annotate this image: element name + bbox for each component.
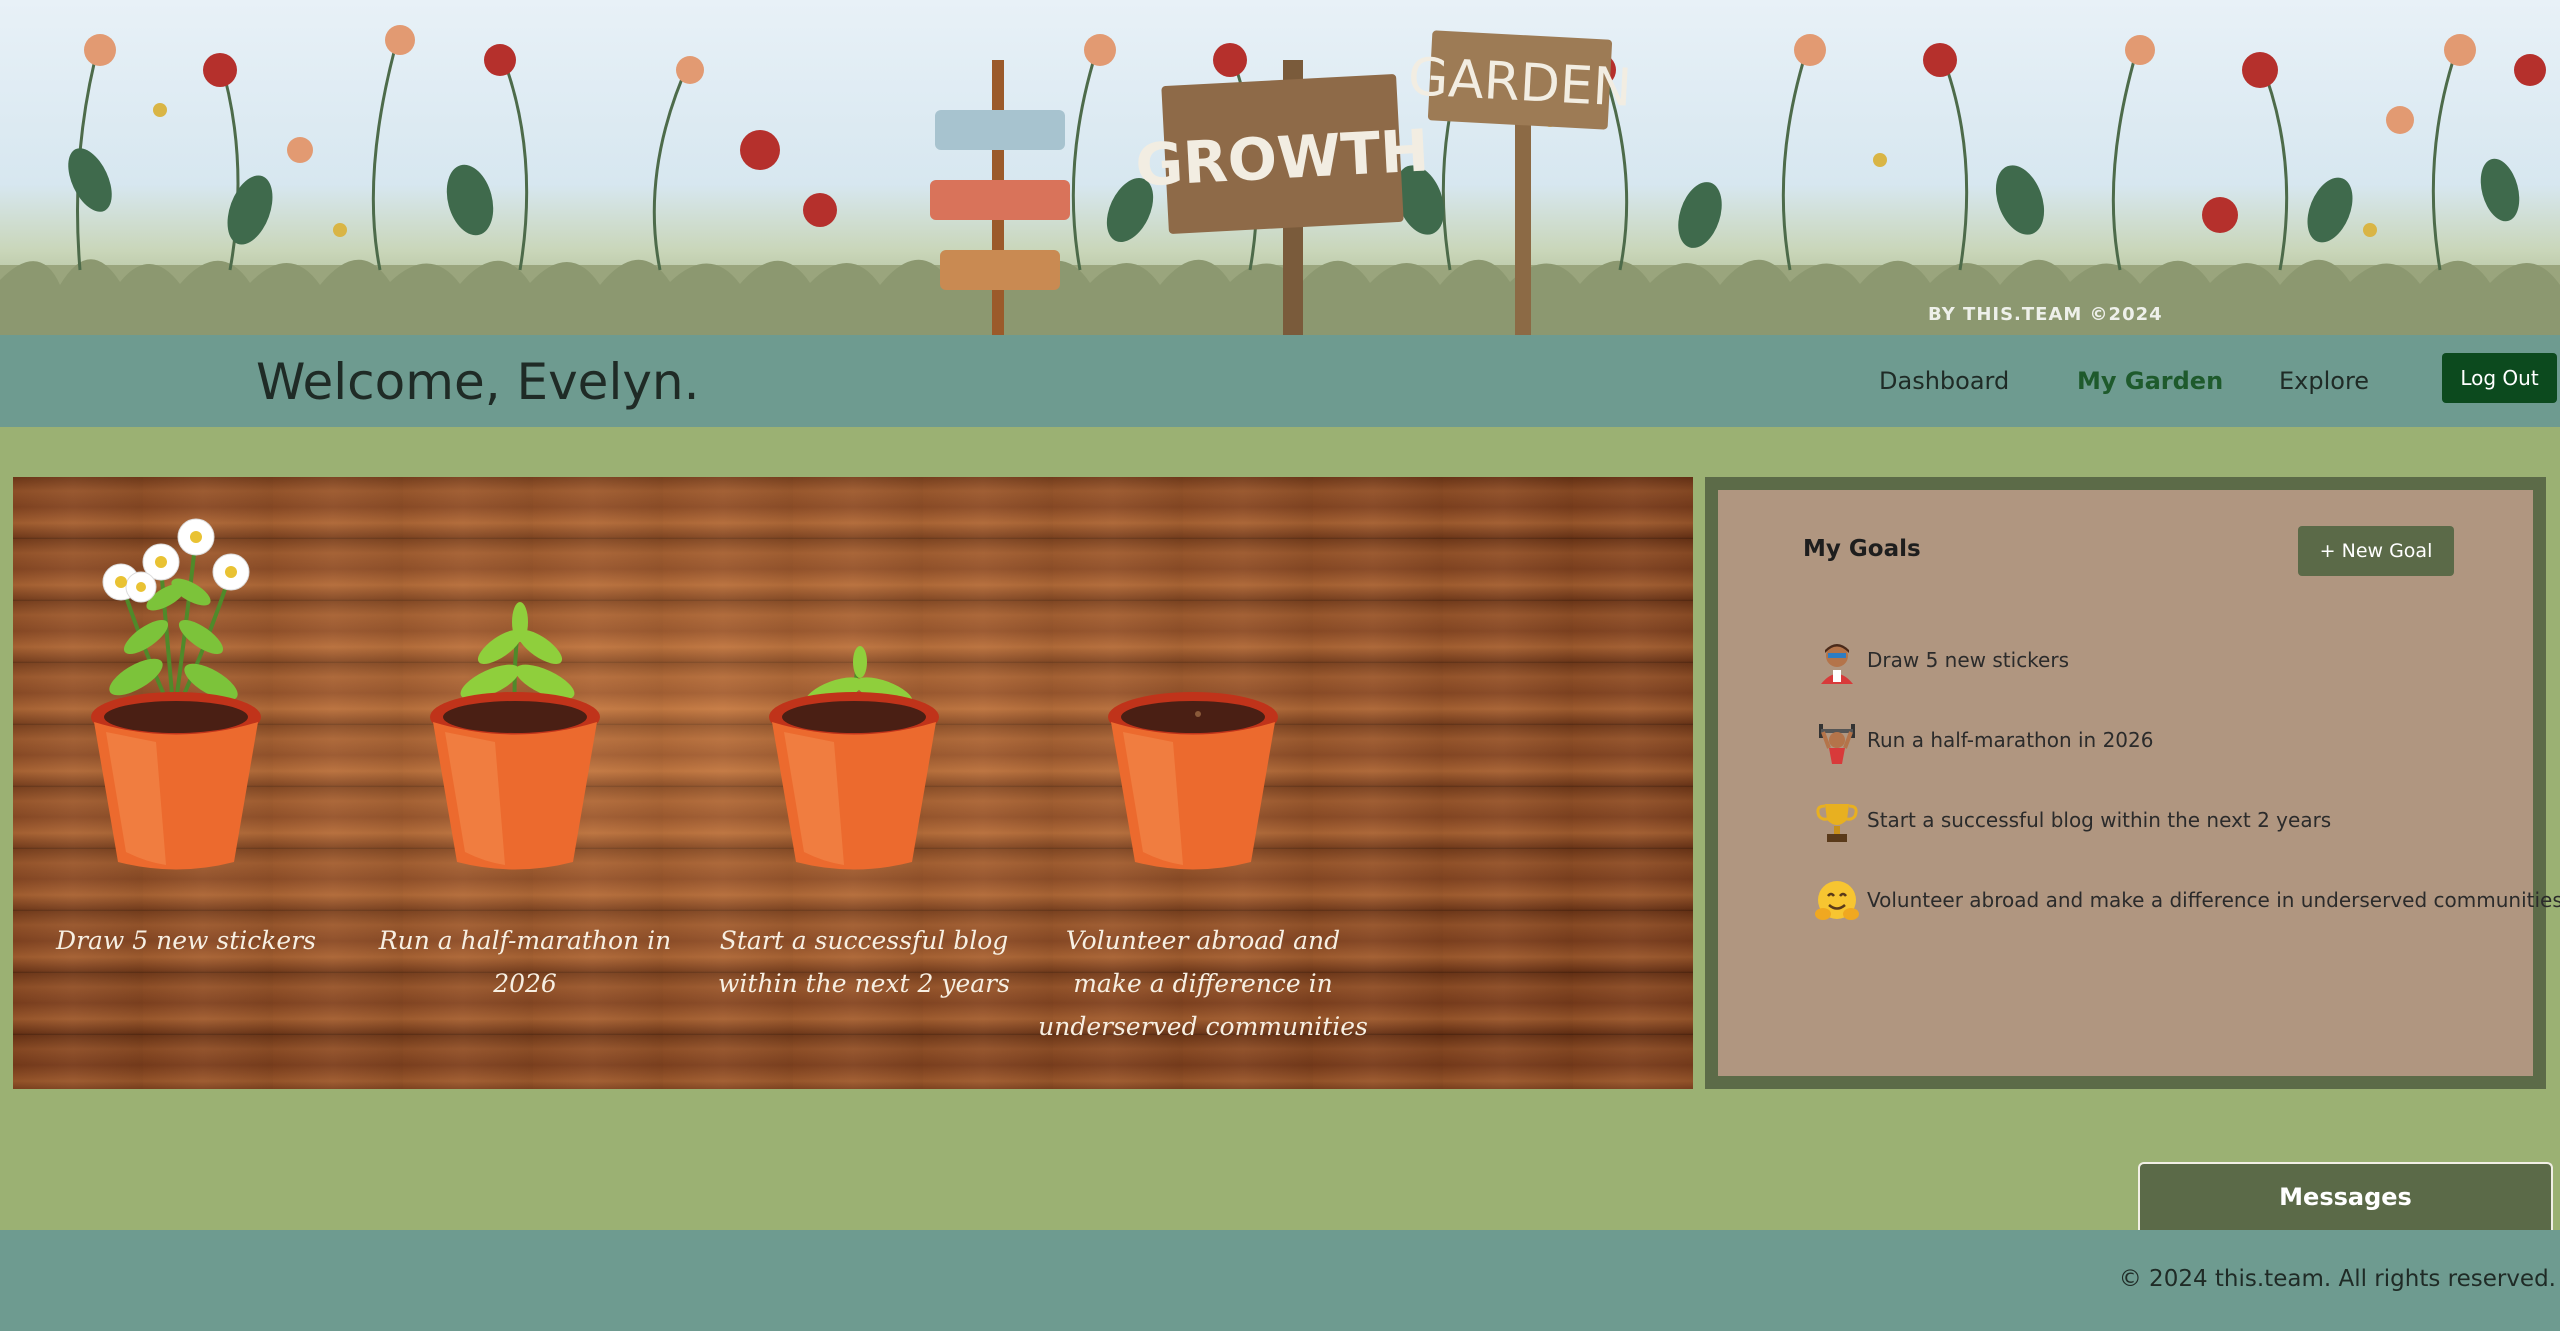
footer: © 2024 this.team. All rights reserved. [0,1230,2560,1331]
goal-list: Draw 5 new stickers Run a half-marathon … [1813,640,2560,960]
pot-label: Run a half-marathon in 2026 [378,926,672,998]
banner-illustration: GROWTH GARDEN [0,25,2560,335]
grass-strip [0,259,2560,335]
goal-text: Draw 5 new stickers [1867,648,2070,672]
trophy-icon [1816,804,1858,842]
nav-dashboard[interactable]: Dashboard [1879,367,2009,395]
banner-art-credit: BY THIS.TEAM ©2024 [1928,304,2163,325]
plant-pot-3[interactable]: Start a successful blog within the next … [694,477,1034,1089]
top-header: Welcome, Evelyn. Dashboard My Garden Exp… [0,335,2560,427]
messages-button[interactable]: Messages [2138,1162,2553,1230]
garden-banner: GROWTH GARDEN BY THIS.TEAM ©2024 [0,0,2560,335]
goal-text: Run a half-marathon in 2026 [1867,728,2154,752]
hugging-face-icon [1815,881,1859,920]
garden-sign-text: GARDEN [1407,47,1634,119]
artist-icon [1821,644,1853,684]
nav-my-garden[interactable]: My Garden [2077,367,2223,395]
goal-item[interactable]: Run a half-marathon in 2026 [1813,720,2560,800]
garden-shelf: Draw 5 new stickers Run a half-marathon … [13,477,1693,1089]
logout-button[interactable]: Log Out [2442,353,2557,403]
goal-item[interactable]: Draw 5 new stickers [1813,640,2560,720]
nav-explore[interactable]: Explore [2279,367,2369,395]
pot-label: Volunteer abroad and make a difference i… [1038,926,1368,1041]
goal-text: Volunteer abroad and make a difference i… [1867,888,2560,912]
new-goal-button[interactable]: + New Goal [2298,526,2454,576]
goal-text: Start a successful blog within the next … [1867,808,2332,832]
plant-pot-4[interactable]: Volunteer abroad and make a difference i… [1033,477,1373,1089]
goals-title: My Goals [1803,536,1921,562]
seed-pot-icon [1108,692,1278,870]
footer-copyright: © 2024 this.team. All rights reserved. [2118,1266,2556,1292]
weightlifter-icon [1819,724,1855,764]
goal-item[interactable]: Start a successful blog within the next … [1813,800,2560,880]
plant-pot-1[interactable]: Draw 5 new stickers [16,477,356,1089]
goals-panel: My Goals + New Goal Draw 5 new stickers … [1705,477,2560,1089]
welcome-heading: Welcome, Evelyn. [256,353,700,411]
goal-item[interactable]: Volunteer abroad and make a difference i… [1813,880,2560,960]
plant-pot-2[interactable]: Run a half-marathon in 2026 [355,477,695,1089]
pot-label: Start a successful blog within the next … [718,926,1010,998]
sprout-icon [769,646,939,870]
pot-label: Draw 5 new stickers [56,926,316,955]
young-plant-icon [430,602,600,870]
flowering-plant-icon [91,518,261,870]
